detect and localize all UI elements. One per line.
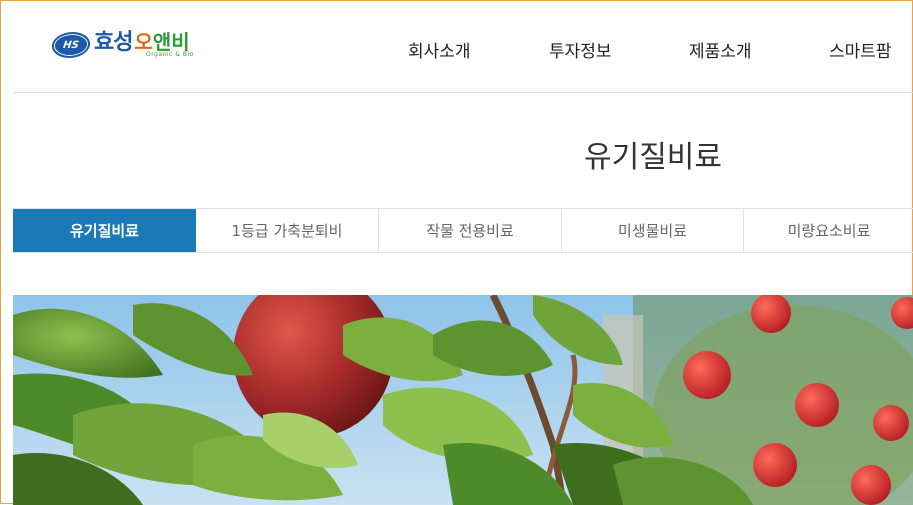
tab-microbial-fertilizer[interactable]: 미생물비료 [562,209,744,252]
nav-item-smartfarm[interactable]: 스마트팜 [829,37,892,62]
tab-crop-fertilizer[interactable]: 작물 전용비료 [379,209,562,252]
tab-micronutrient-fertilizer[interactable]: 미량요소비료 [744,209,913,252]
nav-item-products[interactable]: 제품소개 [689,37,752,62]
tab-livestock-compost[interactable]: 1등급 가축분퇴비 [196,209,379,252]
product-tabs: 유기질비료 1등급 가축분퇴비 작물 전용비료 미생물비료 미량요소비료 [13,208,913,253]
hero-image [13,295,913,505]
nav-item-investor[interactable]: 투자정보 [549,37,612,62]
apple-tree-photo [13,295,913,505]
page-title: 유기질비료 [584,140,722,175]
main-nav: 회사소개 투자정보 제품소개 스마트팜 [1,37,913,62]
nav-item-company[interactable]: 회사소개 [408,37,471,62]
tab-organic-fertilizer[interactable]: 유기질비료 [13,209,196,252]
header-divider [13,92,913,93]
site-header: HS 효성 오 앤비 Organic & Bio 회사소개 투자정보 제품소개 … [1,1,913,93]
